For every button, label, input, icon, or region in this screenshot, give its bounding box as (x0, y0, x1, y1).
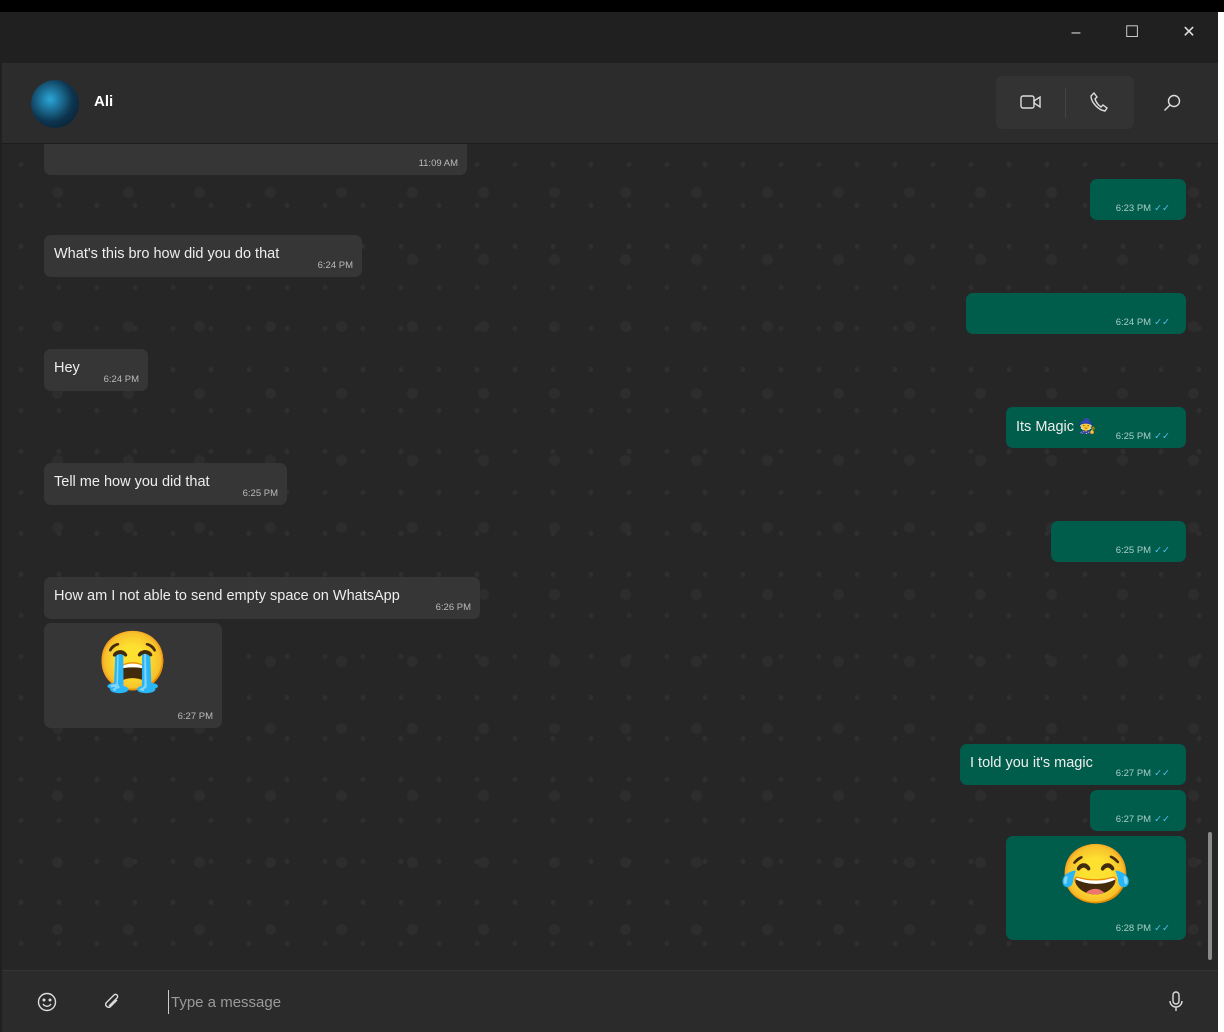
message-time: 6:25 PM (1115, 545, 1152, 556)
attach-button[interactable] (92, 982, 132, 1022)
read-ticks-icon: ✓✓ (1154, 317, 1170, 328)
title-bar: – ☐ ✕ (0, 12, 1218, 63)
message-text: I told you it's magic (970, 755, 1093, 771)
call-buttons (996, 76, 1134, 129)
read-ticks-icon: ✓✓ (1154, 431, 1170, 442)
message-text: Hey (54, 360, 80, 376)
message-text: What's this bro how did you do that (54, 246, 280, 262)
maximize-button[interactable]: ☐ (1112, 20, 1152, 46)
avatar[interactable] (31, 80, 79, 128)
emoji-button[interactable] (27, 982, 67, 1022)
minimize-button[interactable]: – (1056, 20, 1096, 46)
message-time: 6:23 PM (1115, 203, 1152, 214)
divider (1065, 88, 1066, 118)
message-outgoing: Its Magic 🧙 6:25 PM ✓✓ (1006, 407, 1186, 448)
microphone-icon (1169, 991, 1183, 1011)
message-time: 6:24 PM (1115, 317, 1152, 328)
message-time: 6:24 PM (317, 260, 353, 271)
search-button[interactable] (1152, 83, 1192, 123)
voice-message-button[interactable] (1156, 982, 1196, 1022)
emoji-icon (37, 992, 57, 1012)
message-incoming: How am I not able to send empty space on… (44, 577, 480, 619)
close-button[interactable]: ✕ (1169, 20, 1209, 46)
voice-call-button[interactable] (1079, 82, 1119, 122)
read-ticks-icon: ✓✓ (1154, 814, 1170, 825)
video-camera-icon (1020, 95, 1041, 109)
read-ticks-icon: ✓✓ (1154, 923, 1170, 934)
search-icon (1164, 94, 1181, 111)
message-time: 6:27 PM (1115, 814, 1152, 825)
paperclip-icon (105, 993, 119, 1008)
message-text: How am I not able to send empty space on… (54, 588, 400, 604)
message-time: 6:25 PM (1115, 431, 1152, 442)
message-list[interactable]: 11:09 AM 6:23 PM ✓✓ What's this bro how d… (2, 144, 1218, 970)
message-outgoing-emoji: 😂 6:28 PM ✓✓ (1006, 836, 1186, 940)
message-outgoing: 6:27 PM ✓✓ (1090, 790, 1186, 831)
message-time: 6:28 PM (1115, 923, 1152, 934)
message-time: 11:09 AM (418, 158, 458, 169)
app-window: – ☐ ✕ Ali 11:09 AM 6:23 PM ✓✓ What's this… (0, 12, 1218, 1032)
message-outgoing: I told you it's magic 6:27 PM ✓✓ (960, 744, 1186, 785)
message-outgoing: 6:24 PM ✓✓ (966, 293, 1186, 334)
laughing-emoji: 😂 (1059, 842, 1133, 907)
message-outgoing: 6:25 PM ✓✓ (1051, 521, 1186, 562)
message-incoming: What's this bro how did you do that 6:24 … (44, 235, 362, 277)
message-time: 6:24 PM (103, 374, 139, 385)
contact-name[interactable]: Ali (94, 93, 113, 110)
composer (2, 970, 1218, 1032)
message-text: Tell me how you did that (54, 474, 210, 490)
message-incoming-emoji: 😭 6:27 PM (44, 623, 222, 728)
message-outgoing: 6:23 PM ✓✓ (1090, 179, 1186, 220)
video-call-button[interactable] (1011, 82, 1051, 122)
read-ticks-icon: ✓✓ (1154, 545, 1170, 556)
chat-header: Ali (2, 63, 1218, 144)
message-incoming: 11:09 AM (44, 144, 467, 175)
message-time: 6:25 PM (242, 488, 278, 499)
message-time: 6:26 PM (435, 602, 471, 613)
background-window-edge (1218, 12, 1224, 1032)
message-incoming: Tell me how you did that 6:25 PM (44, 463, 287, 505)
message-time: 6:27 PM (177, 711, 213, 722)
message-text: Its Magic 🧙 (1016, 419, 1097, 435)
read-ticks-icon: ✓✓ (1154, 768, 1170, 779)
scrollbar[interactable] (1208, 832, 1212, 960)
phone-icon (1090, 92, 1108, 112)
read-ticks-icon: ✓✓ (1154, 203, 1170, 214)
message-input[interactable] (168, 990, 1128, 1014)
message-incoming: Hey 6:24 PM (44, 349, 148, 391)
crying-emoji: 😭 (96, 629, 170, 694)
message-time: 6:27 PM (1115, 768, 1152, 779)
